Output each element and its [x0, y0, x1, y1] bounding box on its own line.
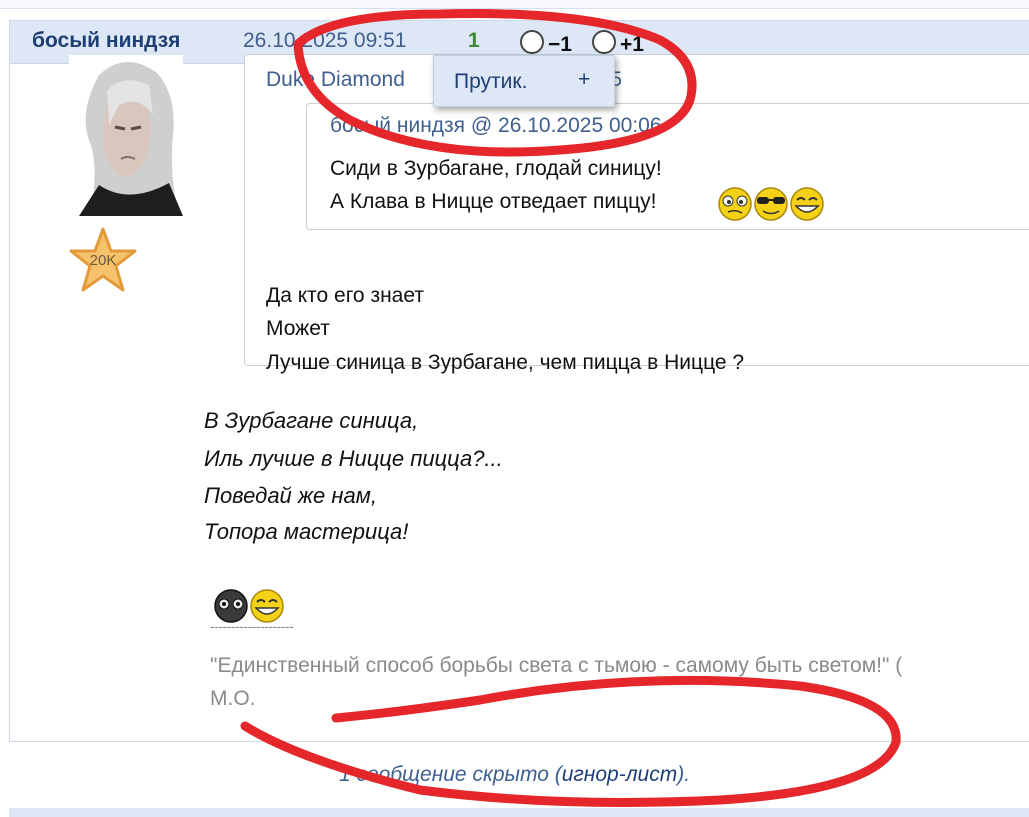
grin-smiley-icon [790, 187, 824, 221]
post-text-line: Иль лучше в Ницце пицца?... [204, 446, 503, 471]
post-rating: 1 [468, 29, 480, 52]
outer-quote-author-name: Duke Diamond [266, 68, 405, 91]
next-post-header [9, 808, 1029, 817]
rank-star-badge: 20K [69, 227, 137, 292]
hidden-messages-note: 1 сообщение скрыто (игнор-лист). [0, 763, 1029, 787]
post-text-line: В Зурбагане синица, [204, 408, 419, 433]
confused-smiley-icon [718, 187, 752, 221]
signature-divider: -------------------- [210, 618, 294, 634]
radio-icon[interactable] [520, 30, 544, 54]
outer-quote-line: Может [266, 317, 330, 340]
cool-smiley-icon [754, 187, 788, 221]
top-divider [0, 0, 1029, 9]
post-text-line: Топора мастерица! [204, 519, 409, 544]
radio-icon[interactable] [592, 30, 616, 54]
outer-quote-block: Duke Diamond:35 босый ниндзя @ 26.10.202… [244, 54, 1029, 374]
rating-popup-menu: Прутик. + [433, 55, 615, 107]
inner-quote-block: босый ниндзя @ 26.10.2025 00:06 Сиди в З… [306, 103, 1029, 230]
vote-plus-radio[interactable]: +1 [592, 30, 644, 57]
badge-label: 20K [90, 252, 117, 269]
post-date-link[interactable]: 26.10.2025 09:51 [243, 29, 407, 53]
post-text-line: Поведай же нам, [204, 483, 377, 508]
inner-quote-header-link[interactable]: босый ниндзя @ 26.10.2025 00:06 [330, 114, 662, 138]
ignore-list-link[interactable]: игнор-лист [562, 763, 677, 786]
vote-minus-label: −1 [548, 33, 572, 56]
signature-quote: "Единственный способ борьбы света с тьмо… [210, 654, 903, 677]
hidden-note-suffix: ). [677, 763, 691, 786]
inner-quote-line: Сиди в Зурбагане, глодай синицу! [330, 157, 662, 180]
hidden-note-prefix: 1 сообщение скрыто ( [338, 763, 562, 786]
signature-author: М.О. [210, 687, 256, 710]
post-author-link[interactable]: босый ниндзя [32, 29, 180, 53]
outer-quote-line: Лучше синица в Зурбагане, чем пицца в Ни… [266, 351, 745, 374]
outer-quote-line: Да кто его знает [266, 284, 424, 307]
popup-item-label[interactable]: Прутик. [454, 70, 527, 94]
vote-minus-radio[interactable]: −1 [520, 30, 572, 57]
popup-add-button[interactable]: + [578, 68, 590, 92]
inner-quote-line: А Клава в Ницце отведает пиццу! [330, 190, 657, 213]
vote-plus-label: +1 [620, 33, 644, 56]
avatar[interactable] [69, 55, 183, 216]
